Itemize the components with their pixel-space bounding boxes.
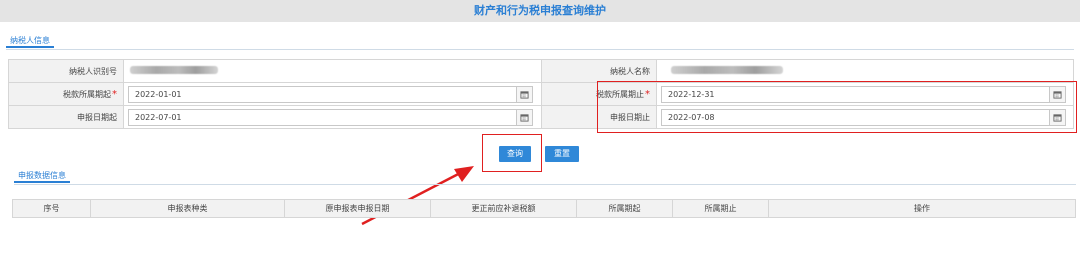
arrow-annotation-icon: [361, 166, 474, 226]
declare-start-input[interactable]: 2022-07-01: [128, 108, 533, 126]
declare-start-label: 申报日期起: [8, 105, 124, 129]
taxpayer-id-label: 纳税人识别号: [8, 59, 124, 83]
column-header-actions: 操作: [914, 204, 930, 213]
tab-declaration-data[interactable]: 申报数据信息: [14, 169, 70, 183]
calendar-icon[interactable]: [516, 109, 532, 125]
column-header-period-end: 所属期止: [673, 200, 769, 217]
column-header-original-date: 原申报表申报日期: [285, 200, 431, 217]
column-header-index: 序号: [13, 200, 91, 217]
section-divider: [6, 49, 1074, 50]
period-start-input[interactable]: 2022-01-01: [128, 85, 533, 103]
section-divider: [14, 184, 1076, 185]
redacted-taxpayer-id: [130, 65, 218, 74]
calendar-icon[interactable]: [516, 86, 532, 102]
tab-taxpayer-info[interactable]: 纳税人信息: [6, 34, 54, 48]
taxpayer-name-value: [656, 59, 1074, 83]
column-header-period-start: 所属期起: [577, 200, 673, 217]
redacted-taxpayer-name: [671, 65, 783, 74]
taxpayer-name-label: 纳税人名称: [541, 59, 657, 83]
highlight-box-date-fields: [597, 81, 1077, 133]
title-bar: 财产和行为税申报查询维护: [0, 0, 1080, 22]
column-header-pre-correction-amount: 更正前应补退税额: [431, 200, 577, 217]
column-header-form-type: 申报表种类: [91, 200, 285, 217]
page-title: 财产和行为税申报查询维护: [474, 4, 606, 17]
reset-button[interactable]: 重置: [545, 146, 579, 162]
taxpayer-id-value: [123, 59, 542, 83]
period-start-label: 税款所属期起*: [8, 82, 124, 106]
required-mark: *: [112, 88, 117, 100]
data-grid-header: 序号 申报表种类 原申报表申报日期 更正前应补退税额 所属期起 所属期止 操作: [12, 199, 1076, 218]
highlight-box-query-button: [482, 134, 542, 172]
